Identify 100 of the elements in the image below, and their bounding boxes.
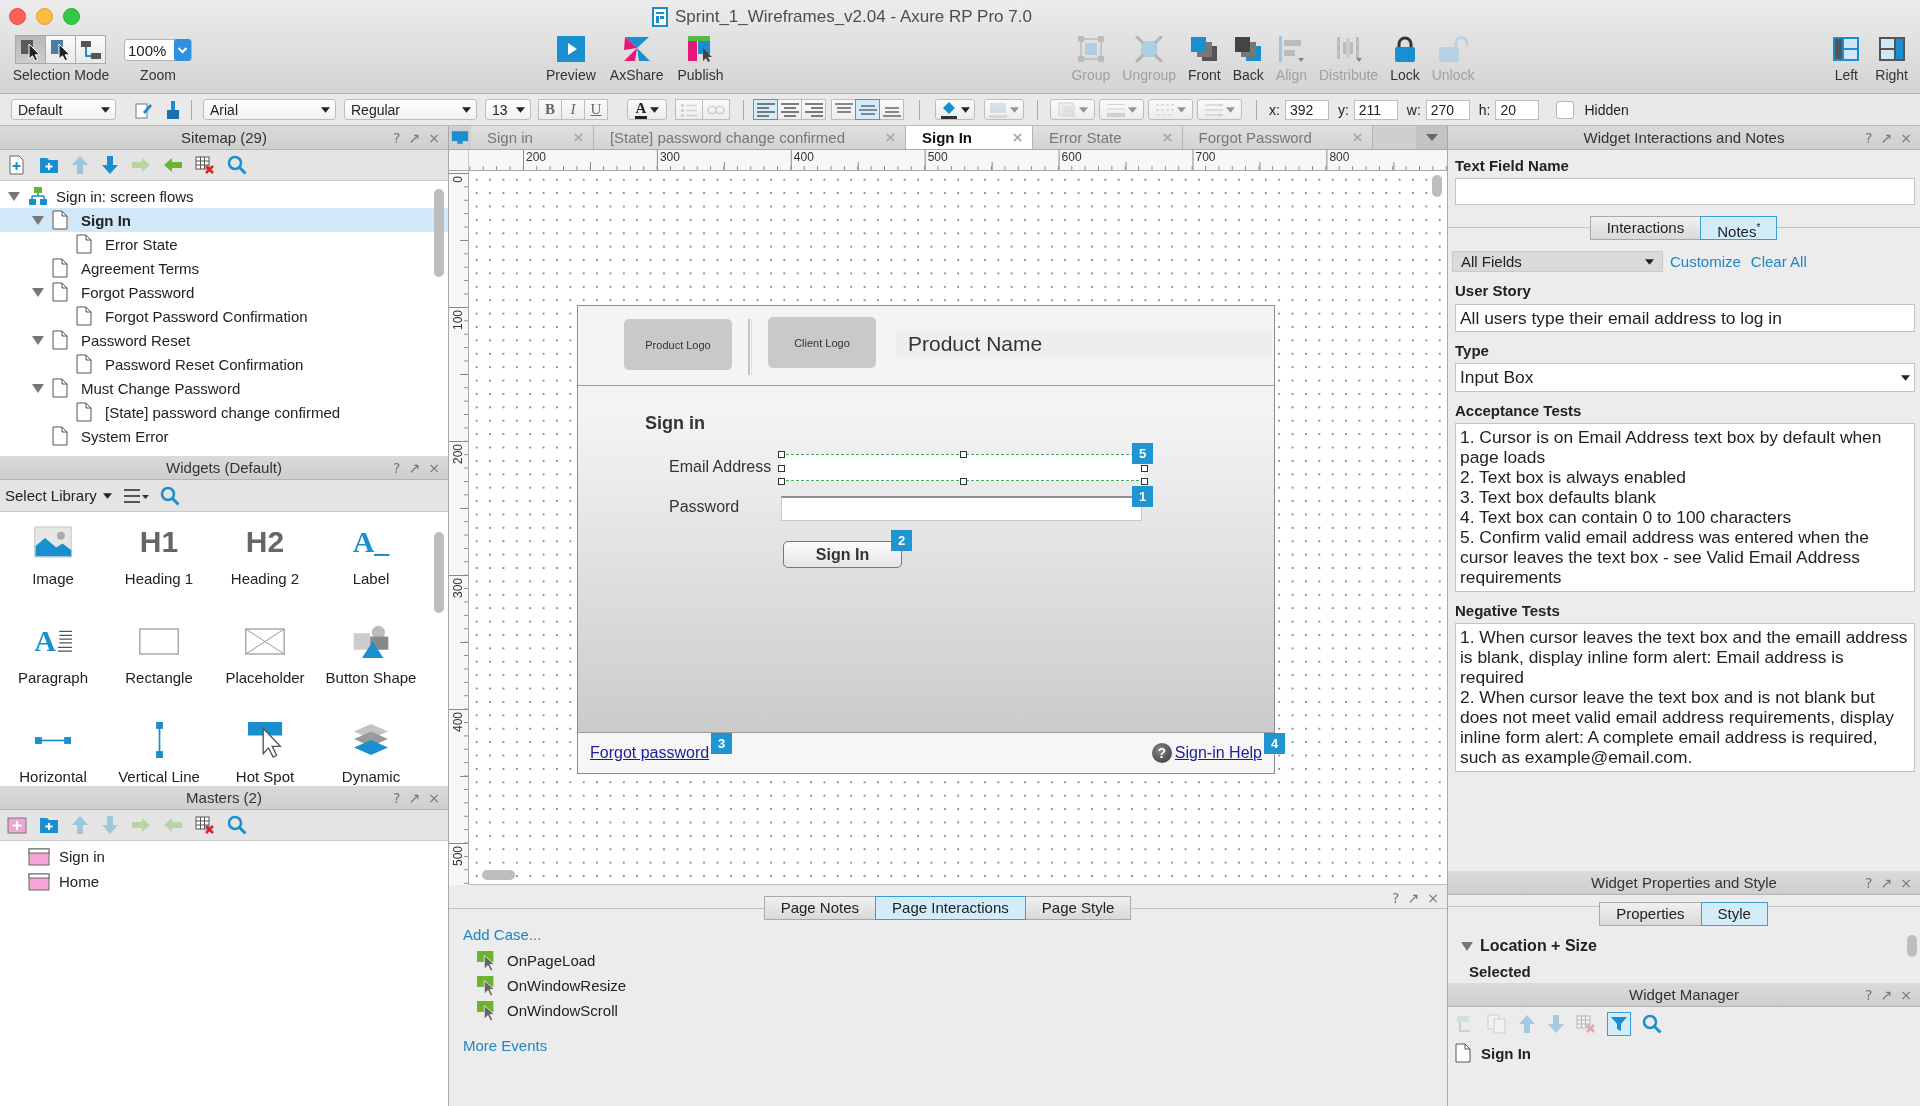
panel-tab[interactable]: Page Notes bbox=[763, 896, 877, 920]
sitemap-item[interactable]: [State] password change confirmed bbox=[0, 400, 448, 424]
bold-button[interactable]: B bbox=[538, 99, 562, 120]
maximize-window-button[interactable] bbox=[63, 8, 80, 25]
down-arrow-icon[interactable] bbox=[101, 155, 119, 175]
event-item[interactable]: OnWindowResize bbox=[463, 973, 627, 998]
sitemap-item[interactable]: Error State bbox=[0, 232, 448, 256]
align-button[interactable] bbox=[855, 99, 880, 120]
selection-mode-button[interactable] bbox=[45, 35, 76, 64]
search-icon[interactable] bbox=[227, 815, 247, 835]
close-icon[interactable] bbox=[1012, 132, 1023, 143]
toolbar-button[interactable]: Right bbox=[1875, 33, 1908, 83]
scrollbar-thumb[interactable] bbox=[434, 532, 444, 613]
widget-item[interactable]: Horizontal bbox=[0, 710, 106, 786]
search-icon[interactable] bbox=[227, 155, 247, 175]
align-button[interactable] bbox=[753, 99, 778, 120]
height-field[interactable]: 20 bbox=[1495, 99, 1540, 120]
close-icon[interactable] bbox=[1351, 132, 1363, 143]
caret-icon[interactable] bbox=[1901, 374, 1910, 381]
logo-button[interactable]: Client Logo bbox=[768, 317, 876, 368]
disclosure-triangle-icon[interactable] bbox=[32, 215, 44, 225]
checkbox[interactable] bbox=[1556, 100, 1575, 119]
widget-item[interactable]: Hot Spot bbox=[212, 710, 318, 786]
underline-button[interactable]: U bbox=[584, 99, 608, 120]
sitemap-item[interactable]: Password Reset bbox=[0, 328, 448, 352]
event-item[interactable]: OnWindowScroll bbox=[463, 998, 618, 1023]
scrollbar-thumb[interactable] bbox=[1432, 175, 1442, 197]
scrollbar-thumb[interactable] bbox=[434, 189, 444, 277]
widget-item[interactable]: Rectangle bbox=[106, 611, 212, 710]
selection-mode-button[interactable] bbox=[75, 35, 106, 64]
link[interactable]: Sign-in Help bbox=[1174, 744, 1262, 762]
panel-tab[interactable]: Page Interactions bbox=[875, 896, 1026, 920]
disclosure-triangle-icon[interactable] bbox=[1461, 941, 1473, 951]
close-icon[interactable] bbox=[572, 132, 584, 143]
add-master-icon[interactable] bbox=[7, 816, 27, 834]
filter-icon[interactable] bbox=[1607, 1011, 1631, 1036]
toolbar-button[interactable]: Front bbox=[1188, 33, 1221, 83]
logo-button[interactable]: Product Logo bbox=[624, 319, 732, 370]
panel-tab[interactable]: Notes$^{*}$ bbox=[1700, 216, 1778, 240]
left-arrow-icon[interactable] bbox=[163, 157, 183, 173]
list-menu-icon[interactable] bbox=[123, 487, 150, 504]
caret-icon[interactable] bbox=[961, 106, 970, 113]
sitemap-item[interactable]: Password Reset Confirmation bbox=[0, 352, 448, 376]
sitemap-item[interactable]: Forgot Password bbox=[0, 280, 448, 304]
master-item[interactable]: Sign in bbox=[0, 844, 448, 869]
sitemap-item[interactable]: Agreement Terms bbox=[0, 256, 448, 280]
caret-icon[interactable] bbox=[321, 106, 330, 113]
sitemap-item[interactable]: Must Change Password bbox=[0, 376, 448, 400]
widget-item[interactable]: Vertical Line bbox=[106, 710, 212, 786]
font-size-dropdown[interactable]: 13 bbox=[485, 99, 531, 120]
widget-item[interactable]: H1 Heading 1 bbox=[106, 512, 212, 611]
sitemap-item[interactable]: Forgot Password Confirmation bbox=[0, 304, 448, 328]
font-weight-dropdown[interactable]: Regular bbox=[344, 99, 477, 120]
scrollbar-thumb[interactable] bbox=[1907, 935, 1917, 957]
selection-handle[interactable] bbox=[959, 451, 967, 458]
disclosure-triangle-icon[interactable] bbox=[32, 383, 44, 393]
toolbar-button[interactable]: Publish bbox=[677, 33, 724, 83]
zoom-select[interactable]: 100% bbox=[124, 39, 192, 61]
caret-icon[interactable] bbox=[516, 106, 525, 113]
format-painter-icon[interactable] bbox=[135, 100, 153, 119]
search-icon[interactable] bbox=[1642, 1013, 1662, 1034]
fields-dropdown[interactable]: All Fields bbox=[1452, 251, 1663, 272]
text-area[interactable]: 1. Cursor is on Email Address text box by default when page loads 2. Text box is always enabled 3. Text box defaults blank 4. Text box can contain 0 to 100 characters 5. Confirm valid email address was entered when the cursor leaves the text box - see Valid Email Address requirements bbox=[1455, 423, 1915, 592]
library-dropdown[interactable]: Select Library bbox=[5, 487, 112, 504]
page-tab[interactable]: Sign In bbox=[906, 126, 1033, 149]
toolbar-button[interactable]: Lock bbox=[1390, 33, 1420, 83]
master-item[interactable]: Home bbox=[0, 869, 448, 894]
event-item[interactable]: OnPageLoad bbox=[463, 948, 596, 973]
widget-item[interactable]: Button Shape bbox=[318, 611, 424, 710]
text-field[interactable]: All users type their email address to log in bbox=[1455, 304, 1915, 332]
close-icon[interactable] bbox=[1161, 132, 1173, 143]
paint-brush-icon[interactable] bbox=[166, 100, 180, 119]
monitor-icon[interactable] bbox=[451, 130, 469, 145]
disclosure-triangle-icon[interactable] bbox=[32, 287, 44, 297]
help-button[interactable]: ? bbox=[1392, 890, 1400, 906]
x-field[interactable]: 392 bbox=[1284, 99, 1329, 120]
toolbar-button[interactable]: Left bbox=[1832, 33, 1861, 83]
widget-item[interactable]: A Paragraph bbox=[0, 611, 106, 710]
sitemap-item[interactable]: Sign In bbox=[0, 208, 448, 232]
section-header[interactable]: Location + Size bbox=[1461, 937, 1920, 955]
widget-item[interactable]: Placeholder bbox=[212, 611, 318, 710]
text-area[interactable]: 1. When cursor leaves the text box and the emaill address is blank, display inline form alert: Email address is required 2. When cursor leave the text box and is not blank but does not meet valid email address requirements, display inline form alert: A complete email address is required, such as example@email.com. bbox=[1455, 623, 1915, 772]
panel-tab[interactable]: Properties bbox=[1599, 902, 1702, 926]
caret-icon[interactable] bbox=[101, 106, 110, 113]
font-dropdown[interactable]: Arial bbox=[203, 99, 336, 120]
minimize-window-button[interactable] bbox=[36, 8, 53, 25]
y-field[interactable]: 211 bbox=[1353, 99, 1398, 120]
close-icon[interactable] bbox=[885, 132, 896, 143]
widget-item[interactable]: Dynamic bbox=[318, 710, 424, 786]
selection-mode-button[interactable] bbox=[15, 35, 46, 64]
type-dropdown[interactable]: Input Box bbox=[1455, 363, 1915, 392]
caret-icon[interactable] bbox=[462, 106, 471, 113]
widget-item[interactable]: Image bbox=[0, 512, 106, 611]
sitemap-item[interactable]: System Error bbox=[0, 424, 448, 448]
panel-tab[interactable]: Style bbox=[1700, 902, 1768, 926]
width-field[interactable]: 270 bbox=[1425, 99, 1470, 120]
selection-handle[interactable] bbox=[959, 478, 967, 485]
close-button[interactable]: × bbox=[1427, 890, 1439, 906]
add-folder-icon[interactable] bbox=[39, 156, 59, 174]
align-button[interactable] bbox=[879, 99, 904, 120]
